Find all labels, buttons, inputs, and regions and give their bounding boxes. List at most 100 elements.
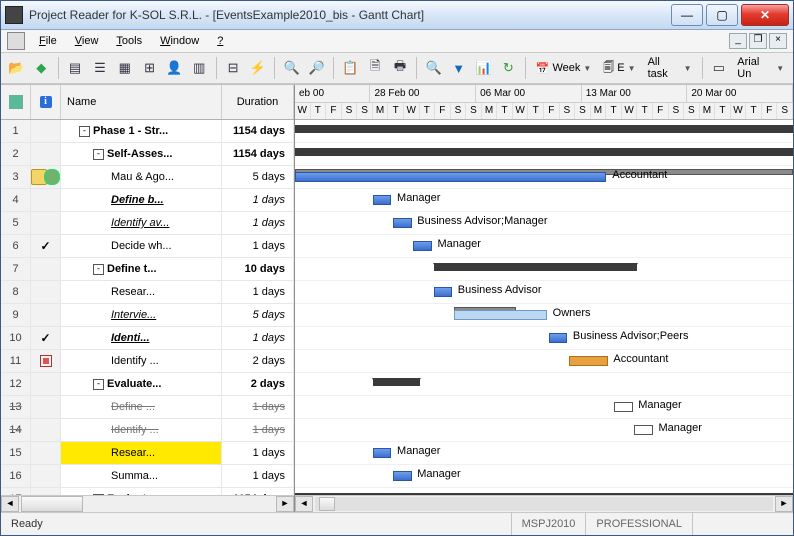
day-header[interactable]: F bbox=[653, 103, 669, 120]
day-header[interactable]: F bbox=[435, 103, 451, 120]
filter-dropdown[interactable]: All task▼ bbox=[643, 56, 697, 80]
gantt-row[interactable]: Manager bbox=[295, 189, 793, 212]
week-header[interactable]: 20 Mar 00 bbox=[687, 85, 793, 102]
day-header[interactable]: F bbox=[762, 103, 778, 120]
row-number[interactable]: 10 bbox=[1, 327, 31, 349]
day-header[interactable]: M bbox=[700, 103, 716, 120]
resource-view-button[interactable]: 👤 bbox=[163, 56, 186, 80]
table-row[interactable]: 2-Self-Asses...1154 days bbox=[1, 143, 294, 166]
header-name[interactable]: Name bbox=[61, 85, 222, 119]
edition-dropdown[interactable]: 🗐E▼ bbox=[598, 56, 640, 80]
day-header[interactable]: T bbox=[420, 103, 436, 120]
table-row[interactable]: 12-Evaluate...2 days bbox=[1, 373, 294, 396]
header-row[interactable] bbox=[1, 85, 31, 119]
grid-hscrollbar[interactable]: ◄ ► bbox=[1, 495, 294, 512]
chart-button[interactable]: 📊 bbox=[472, 56, 495, 80]
cell-name[interactable]: Define ... bbox=[61, 396, 222, 418]
gantt-summary-bar[interactable] bbox=[295, 493, 793, 495]
day-header[interactable]: W bbox=[731, 103, 747, 120]
scroll-right-icon[interactable]: ► bbox=[276, 496, 294, 512]
outline-toggle[interactable]: - bbox=[93, 149, 104, 160]
table-row[interactable]: 3Mau & Ago...5 days bbox=[1, 166, 294, 189]
gantt-task-bar[interactable] bbox=[549, 333, 568, 343]
day-header[interactable]: W bbox=[404, 103, 420, 120]
mdi-close-button[interactable]: × bbox=[769, 33, 787, 49]
day-header[interactable]: F bbox=[326, 103, 342, 120]
gantt-view-button[interactable]: ▤ bbox=[64, 56, 87, 80]
gantt-task-bar[interactable] bbox=[634, 425, 653, 435]
close-button[interactable]: ✕ bbox=[741, 4, 789, 26]
usage-view-button[interactable]: ▥ bbox=[188, 56, 211, 80]
copy-button[interactable]: 📋 bbox=[339, 56, 362, 80]
day-header[interactable]: S bbox=[342, 103, 358, 120]
row-number[interactable]: 3 bbox=[1, 166, 31, 188]
scroll-thumb[interactable] bbox=[21, 496, 83, 512]
table-row[interactable]: 7-Define t...10 days bbox=[1, 258, 294, 281]
scroll-thumb[interactable] bbox=[319, 497, 335, 511]
header-duration[interactable]: Duration bbox=[222, 85, 294, 119]
cell-name[interactable]: Define b... bbox=[61, 189, 222, 211]
gantt-row[interactable]: Manager bbox=[295, 465, 793, 488]
find-button[interactable]: 🔍 bbox=[422, 56, 445, 80]
scroll-right-icon[interactable]: ► bbox=[775, 496, 793, 512]
gantt-row[interactable]: Accountant bbox=[295, 350, 793, 373]
cell-name[interactable]: -Evaluate... bbox=[61, 373, 222, 395]
outline-toggle[interactable]: - bbox=[79, 126, 90, 137]
day-header[interactable]: W bbox=[513, 103, 529, 120]
zoom-out-button[interactable]: 🔎 bbox=[305, 56, 328, 80]
system-menu-icon[interactable] bbox=[7, 32, 25, 50]
open-button[interactable]: 📂 bbox=[5, 56, 28, 80]
day-header[interactable]: T bbox=[311, 103, 327, 120]
scroll-left-icon[interactable]: ◄ bbox=[1, 496, 19, 512]
cell-name[interactable]: Identify ... bbox=[61, 350, 222, 372]
table-row[interactable]: 4Define b...1 days bbox=[1, 189, 294, 212]
cell-name[interactable]: Summa... bbox=[61, 465, 222, 487]
row-number[interactable]: 13 bbox=[1, 396, 31, 418]
gantt-task-bar[interactable] bbox=[413, 241, 432, 251]
grid-body[interactable]: 1-Phase 1 - Str...1154 days2-Self-Asses.… bbox=[1, 120, 294, 495]
table-row[interactable]: 16Summa...1 days bbox=[1, 465, 294, 488]
day-header[interactable]: W bbox=[622, 103, 638, 120]
font-dropdown[interactable]: Arial Un▼ bbox=[732, 56, 789, 80]
mdi-minimize-button[interactable]: _ bbox=[729, 33, 747, 49]
scroll-left-icon[interactable]: ◄ bbox=[295, 496, 313, 512]
bolt-button[interactable]: ⚡ bbox=[247, 56, 270, 80]
gantt-row[interactable]: Business Advisor;Peers bbox=[295, 327, 793, 350]
row-number[interactable]: 6 bbox=[1, 235, 31, 257]
calendar-view-button[interactable]: ▦ bbox=[113, 56, 136, 80]
gantt-task-bar[interactable] bbox=[393, 471, 412, 481]
gantt-row[interactable] bbox=[295, 258, 793, 281]
network-view-button[interactable]: ⊞ bbox=[138, 56, 161, 80]
maximize-button[interactable]: ▢ bbox=[706, 4, 738, 26]
cell-name[interactable]: Identify av... bbox=[61, 212, 222, 234]
zoom-in-button[interactable]: 🔍 bbox=[280, 56, 303, 80]
row-number[interactable]: 14 bbox=[1, 419, 31, 441]
table-row[interactable]: 17-Evaluate...1154 days bbox=[1, 488, 294, 495]
row-number[interactable]: 15 bbox=[1, 442, 31, 464]
row-number[interactable]: 4 bbox=[1, 189, 31, 211]
cell-name[interactable]: Resear... bbox=[61, 281, 222, 303]
day-header[interactable]: S bbox=[451, 103, 467, 120]
gantt-hscrollbar[interactable]: ◄ ► bbox=[295, 495, 793, 512]
gantt-row[interactable]: Manager bbox=[295, 396, 793, 419]
gantt-task-bar[interactable] bbox=[373, 448, 392, 458]
gantt-row[interactable]: Owners bbox=[295, 304, 793, 327]
gantt-row[interactable]: Business Advisor bbox=[295, 281, 793, 304]
minimize-button[interactable]: — bbox=[671, 4, 703, 26]
header-indicators[interactable]: i bbox=[31, 85, 61, 119]
day-header[interactable]: S bbox=[560, 103, 576, 120]
cell-name[interactable]: -Define t... bbox=[61, 258, 222, 280]
gantt-row[interactable]: Manager bbox=[295, 419, 793, 442]
gantt-task-bar[interactable] bbox=[393, 218, 412, 228]
row-number[interactable]: 9 bbox=[1, 304, 31, 326]
week-header[interactable]: 06 Mar 00 bbox=[476, 85, 582, 102]
row-number[interactable]: 16 bbox=[1, 465, 31, 487]
day-header[interactable]: M bbox=[591, 103, 607, 120]
day-header[interactable]: T bbox=[497, 103, 513, 120]
gantt-task-bar[interactable] bbox=[373, 195, 392, 205]
menu-view[interactable]: View bbox=[67, 33, 107, 49]
gantt-row[interactable]: Business Advisor;Manager bbox=[295, 212, 793, 235]
cell-name[interactable]: -Self-Asses... bbox=[61, 143, 222, 165]
gantt-row[interactable] bbox=[295, 373, 793, 396]
outline-toggle[interactable]: - bbox=[93, 264, 104, 275]
